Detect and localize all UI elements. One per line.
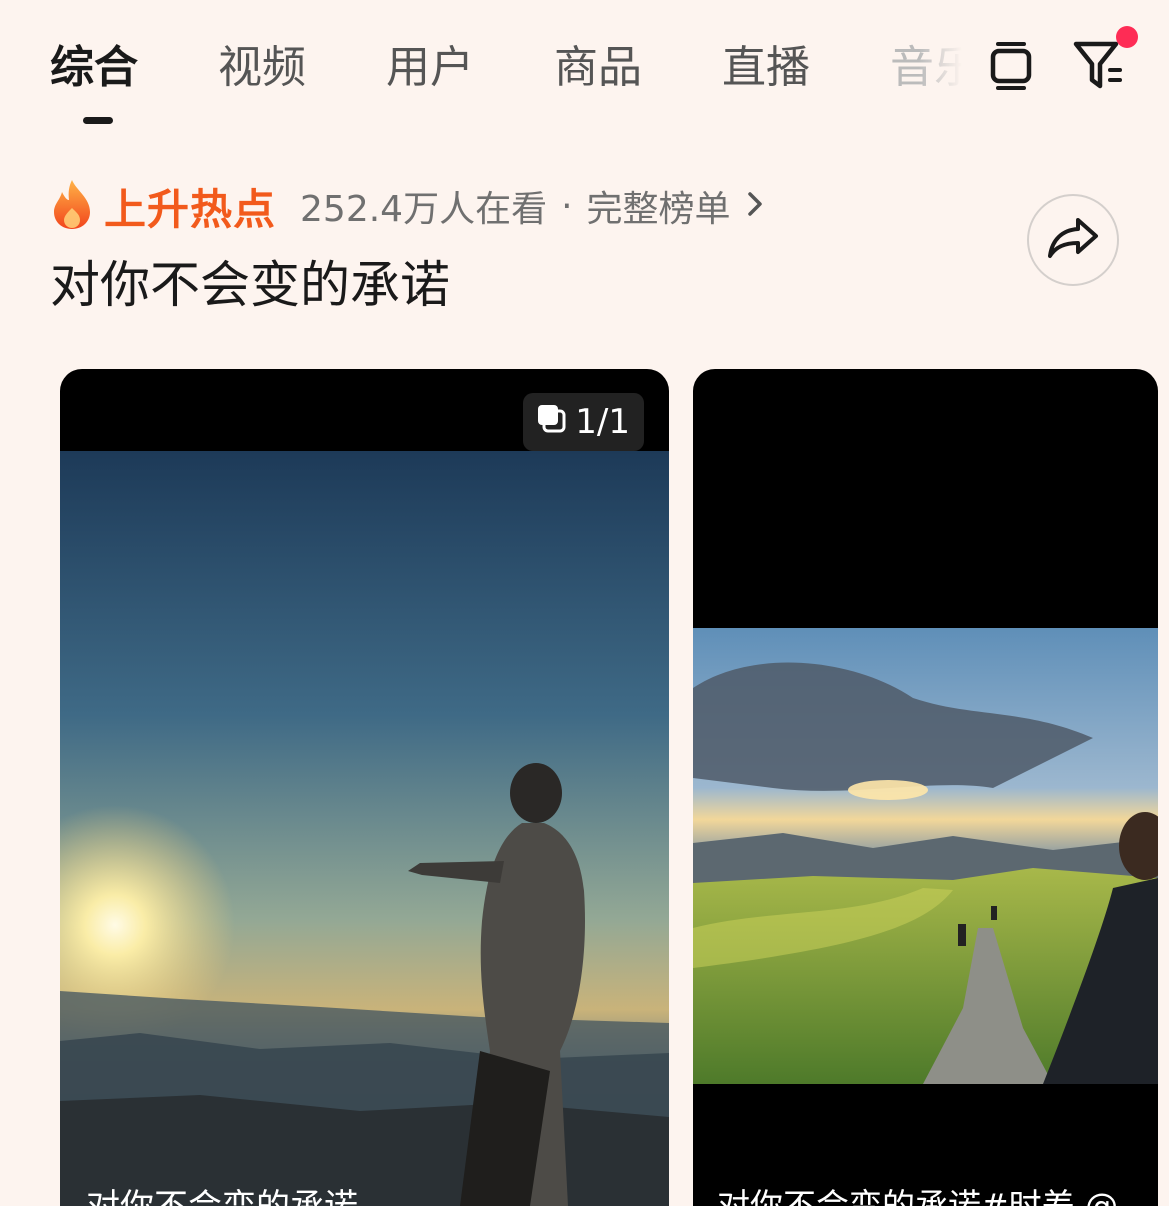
card-layout-icon[interactable]: [988, 40, 1034, 92]
notification-dot: [1116, 26, 1138, 48]
tab-all[interactable]: 综合: [50, 38, 138, 98]
tab-live[interactable]: 直播: [722, 38, 810, 98]
active-tab-indicator: [83, 117, 113, 124]
hot-topic-label: 上升热点: [104, 184, 277, 234]
separator-dot: ·: [561, 185, 573, 227]
tab-music[interactable]: 音乐: [890, 38, 962, 98]
tab-videos[interactable]: 视频: [218, 38, 306, 98]
search-tab-bar: 综合 视频 用户 商品 直播 音乐: [0, 0, 1169, 140]
viewer-count: 252.4万人在看: [300, 189, 548, 230]
result-card-2[interactable]: 对你不会变的承诺#时差 @: [693, 369, 1158, 1206]
result-card-1[interactable]: 1/1 对你不会变的承诺: [60, 369, 669, 1206]
hot-topic-row[interactable]: 上升热点 252.4万人在看 · 完整榜单: [50, 176, 765, 236]
full-list-link[interactable]: 完整榜单: [587, 180, 731, 232]
tab-products[interactable]: 商品: [554, 38, 642, 98]
chevron-right-icon: [745, 189, 765, 223]
image-count: 1/1: [575, 402, 630, 442]
topic-title: 对你不会变的承诺: [50, 256, 450, 314]
card-2-caption: 对你不会变的承诺#时差 @: [717, 1186, 1119, 1206]
card-1-image: [60, 451, 669, 1206]
tab-users[interactable]: 用户: [386, 38, 474, 98]
filter-icon[interactable]: [1072, 40, 1128, 92]
fire-icon: [50, 178, 94, 234]
card-2-image: [693, 628, 1158, 1084]
share-button[interactable]: [1027, 194, 1119, 286]
share-icon: [1046, 216, 1100, 264]
card-1-caption: 对你不会变的承诺: [86, 1179, 358, 1206]
image-count-badge: 1/1: [523, 393, 644, 451]
gallery-icon: [535, 402, 567, 443]
